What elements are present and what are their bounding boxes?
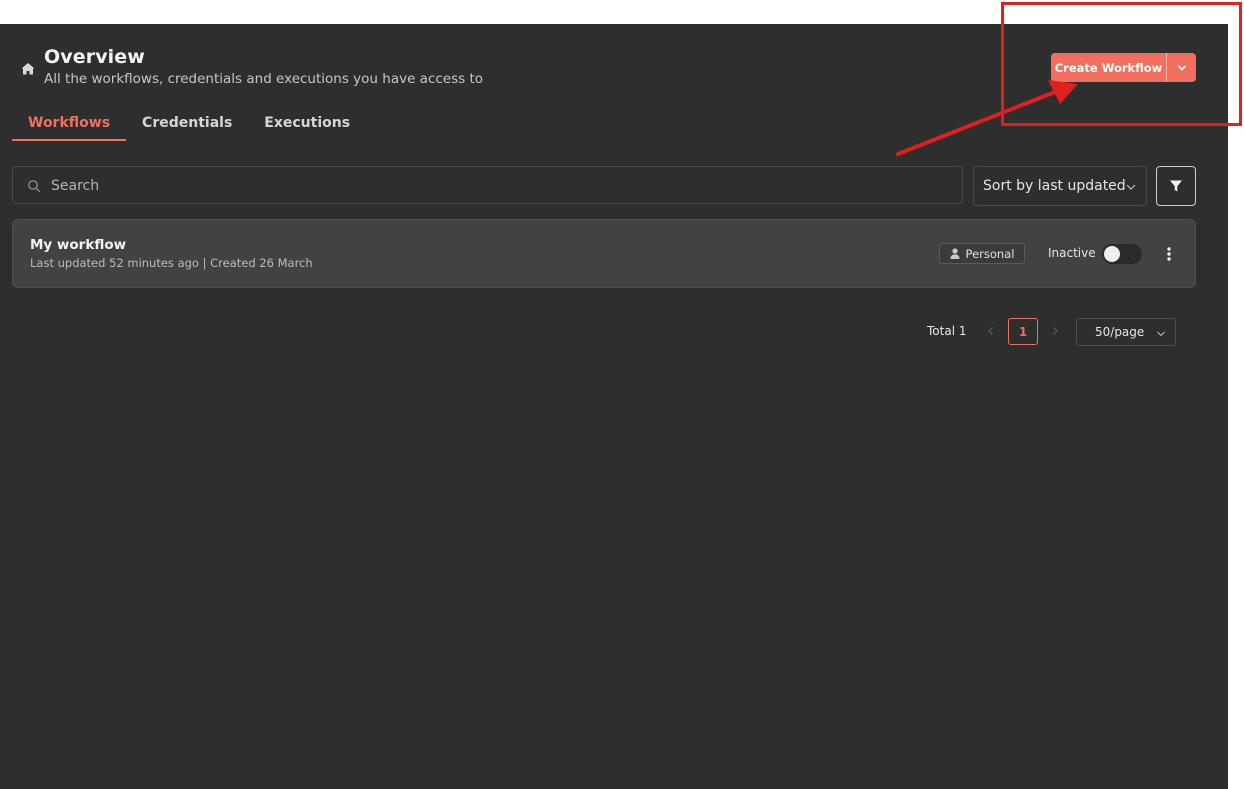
page-title: Overview <box>44 46 145 68</box>
workflow-name[interactable]: My workflow <box>30 237 126 253</box>
chevron-down-icon <box>1126 184 1136 190</box>
owner-badge: Personal <box>939 243 1025 264</box>
sort-select[interactable]: Sort by last updated <box>973 166 1147 206</box>
active-toggle[interactable] <box>1102 244 1142 264</box>
total-count: Total 1 <box>927 324 967 338</box>
tab-credentials[interactable]: Credentials <box>126 110 248 139</box>
pagination-page-1[interactable]: 1 <box>1008 318 1038 345</box>
overview-page: Overview All the workflows, credentials … <box>0 24 1228 789</box>
workflow-card[interactable]: My workflow Last updated 52 minutes ago … <box>12 219 1196 288</box>
page-size-value: 50/page <box>1095 325 1145 339</box>
tab-executions[interactable]: Executions <box>248 110 366 139</box>
create-workflow-button-label[interactable]: Create Workflow <box>1051 53 1167 82</box>
page-subtitle: All the workflows, credentials and execu… <box>44 71 484 87</box>
search-input[interactable] <box>49 167 953 205</box>
toggle-knob <box>1104 246 1120 262</box>
more-actions-button[interactable] <box>1159 244 1179 264</box>
tab-workflows[interactable]: Workflows <box>12 110 127 141</box>
chevron-down-icon <box>1157 331 1165 337</box>
tab-bar: Workflows Credentials Executions <box>12 110 366 141</box>
page-size-select[interactable]: 50/page <box>1076 318 1176 346</box>
filter-button[interactable] <box>1156 166 1196 206</box>
kebab-menu-icon <box>1167 247 1171 261</box>
chevron-left-icon[interactable] <box>984 324 998 338</box>
chevron-right-icon[interactable] <box>1048 324 1062 338</box>
search-box <box>12 166 963 205</box>
create-workflow-dropdown-button[interactable] <box>1167 53 1196 82</box>
home-icon <box>21 63 35 75</box>
search-icon <box>28 180 41 193</box>
sort-select-value: Sort by last updated <box>983 178 1126 194</box>
user-icon <box>950 248 960 259</box>
filter-icon <box>1170 180 1182 192</box>
workflow-meta: Last updated 52 minutes ago | Created 26… <box>30 256 313 270</box>
status-label: Inactive <box>1048 246 1096 260</box>
chevron-down-icon <box>1177 65 1186 70</box>
create-workflow-button[interactable]: Create Workflow <box>1051 53 1196 82</box>
owner-badge-label: Personal <box>965 246 1015 261</box>
